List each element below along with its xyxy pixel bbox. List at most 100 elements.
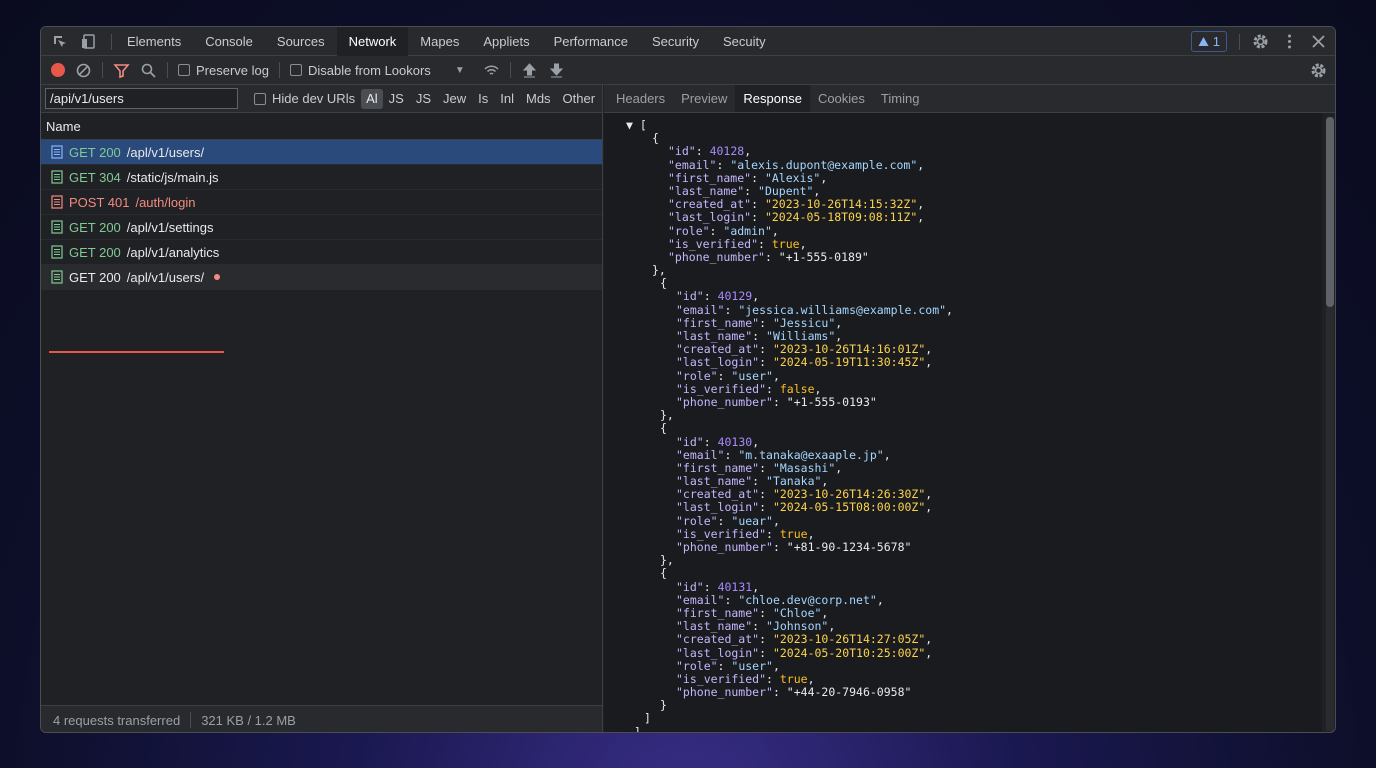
detail-tab-headers[interactable]: Headers xyxy=(608,85,673,112)
json-object-close: }, xyxy=(652,263,666,278)
request-detail-pane: Headers Preview Response Cookies Timing ▼ [{… xyxy=(604,85,1335,732)
type-filter-inl[interactable]: Inl xyxy=(494,89,520,109)
disable-cache-checkbox[interactable]: Disable from Lookors xyxy=(289,62,431,78)
request-row[interactable]: GET 304/static/js/main.js xyxy=(41,165,602,190)
devtools-window: Elements Console Sources Network Mapes Applie… xyxy=(40,26,1336,733)
tab-mapes[interactable]: Mapes xyxy=(408,27,471,56)
issues-count: 1 xyxy=(1212,34,1220,49)
tab-network[interactable]: Network xyxy=(336,27,409,56)
request-row[interactable]: GET 200/apl/v1/analytics xyxy=(41,240,602,265)
unsaved-dot xyxy=(214,274,221,280)
type-filter-other[interactable]: Other xyxy=(557,89,602,109)
transfer-size: 321 KB / 1.2 MB xyxy=(201,712,296,728)
request-row[interactable]: POST 401/auth/login xyxy=(41,190,602,215)
name-column-header[interactable]: Name xyxy=(41,113,602,140)
request-path: /apl/v1/users/ xyxy=(126,269,205,285)
request-path: /auth/login xyxy=(135,194,196,210)
panel-tabs: Elements Console Sources Network Mapes Applie… xyxy=(115,27,778,56)
separator xyxy=(1239,33,1240,50)
tab-security[interactable]: Security xyxy=(640,27,711,56)
toolbar-separator xyxy=(111,34,112,50)
filter-input[interactable] xyxy=(45,88,238,109)
detail-tab-cookies[interactable]: Cookies xyxy=(810,85,873,112)
preserve-log-label: Preserve log xyxy=(196,62,269,78)
checkbox-box[interactable] xyxy=(178,64,190,76)
separator xyxy=(167,62,168,78)
request-method-status: POST 401 xyxy=(69,194,130,210)
type-filter-al[interactable]: Al xyxy=(361,88,383,109)
request-method-status: GET 200 xyxy=(69,244,121,260)
hide-urls-checkbox[interactable]: Hide dev URls xyxy=(254,91,355,106)
separator xyxy=(102,62,103,78)
disable-cache-label: Disable from Lookors xyxy=(307,62,431,78)
gear-icon[interactable] xyxy=(1252,33,1269,50)
detail-tab-timing[interactable]: Timing xyxy=(873,85,928,112)
record-icon[interactable] xyxy=(51,63,65,77)
throttle-dropdown-icon[interactable]: ▼ xyxy=(455,65,465,76)
type-filter-js[interactable]: JS xyxy=(410,89,437,109)
selection-underline xyxy=(49,351,224,353)
tab-sources[interactable]: Sources xyxy=(265,27,337,56)
json-field-phone-number: "phone_number": "+44-20-7946-0958" xyxy=(676,685,912,700)
tab-console[interactable]: Console xyxy=(193,27,265,56)
type-filter-is[interactable]: Is xyxy=(472,89,494,109)
type-filter-mds[interactable]: Mds xyxy=(520,89,557,109)
more-icon[interactable] xyxy=(1281,33,1298,50)
request-method-status: GET 304 xyxy=(69,169,121,185)
tab-elements[interactable]: Elements xyxy=(115,27,193,56)
document-icon xyxy=(51,270,63,284)
json-field-phone-number: "phone_number": "+1-555-0189" xyxy=(668,249,869,264)
document-icon xyxy=(51,145,63,159)
json-array-close: ] xyxy=(644,711,651,726)
json-object-close: }, xyxy=(660,408,674,423)
tab-appliets[interactable]: Appliets xyxy=(471,27,541,56)
tab-secuity[interactable]: Secuity xyxy=(711,27,778,56)
close-icon[interactable] xyxy=(1310,33,1327,50)
clear-icon[interactable] xyxy=(75,62,92,79)
request-method-status: GET 200 xyxy=(69,219,121,235)
json-array-open: ▼ [ xyxy=(626,118,647,132)
request-row[interactable]: GET 200/apl/v1/users/ xyxy=(41,265,602,290)
document-icon xyxy=(51,170,63,184)
json-field-phone-number: "phone_number": "+1-555-0193" xyxy=(676,394,877,409)
checkbox-box[interactable] xyxy=(289,64,302,76)
network-settings-gear-icon[interactable] xyxy=(1310,62,1327,79)
detail-tabs: Headers Preview Response Cookies Timing xyxy=(604,85,1335,113)
requests-count: 4 requests transferred xyxy=(53,712,181,728)
issues-badge[interactable]: 1 xyxy=(1190,31,1227,52)
separator xyxy=(190,712,192,728)
tab-performance[interactable]: Performance xyxy=(542,27,640,56)
wifi-icon[interactable] xyxy=(483,62,500,79)
device-icon[interactable] xyxy=(80,33,97,50)
checkbox-box[interactable] xyxy=(254,92,266,105)
download-icon[interactable] xyxy=(548,62,565,79)
request-path: /apl/v1/analytics xyxy=(126,244,220,260)
hide-urls-label: Hide dev URls xyxy=(272,91,356,106)
filter-bar: Hide dev URls AlJSJSJewIsInlMdsOther xyxy=(41,85,602,113)
separator xyxy=(509,62,511,78)
detail-tab-preview[interactable]: Preview xyxy=(673,85,735,112)
document-icon xyxy=(51,195,63,209)
request-method-status: GET 200 xyxy=(69,269,121,285)
request-rows: GET 200/apl/v1/users/GET 304/static/js/m… xyxy=(41,140,602,290)
separator xyxy=(278,62,280,78)
upload-icon[interactable] xyxy=(521,62,538,79)
network-toolbar: Preserve log Disable from Lookors ▼ xyxy=(41,56,1335,85)
request-path: /apl/v1/settings xyxy=(126,219,214,235)
resource-type-filters: Al JS JS Jew Is Inl Mds Other xyxy=(361,88,602,109)
type-filter-jew[interactable]: Jew xyxy=(437,89,472,109)
warning-icon xyxy=(1198,37,1209,46)
type-filter-js[interactable]: JS xyxy=(383,89,410,109)
preserve-log-checkbox[interactable]: Preserve log xyxy=(178,63,269,78)
main-tab-bar: Elements Console Sources Network Mapes Applie… xyxy=(41,27,1335,56)
inspect-icon[interactable] xyxy=(51,33,68,50)
filter-icon[interactable] xyxy=(113,62,130,79)
search-icon[interactable] xyxy=(140,62,157,79)
status-bar: 4 requests transferred 321 KB / 1.2 MB xyxy=(41,705,602,732)
detail-tab-response[interactable]: Response xyxy=(735,85,810,112)
response-scrollbar[interactable] xyxy=(1326,117,1334,731)
request-row[interactable]: GET 200/apl/v1/users/ xyxy=(41,140,602,165)
request-row[interactable]: GET 200/apl/v1/settings xyxy=(41,215,602,240)
scrollbar-thumb[interactable] xyxy=(1326,117,1334,307)
request-path: /apl/v1/users/ xyxy=(126,144,205,160)
